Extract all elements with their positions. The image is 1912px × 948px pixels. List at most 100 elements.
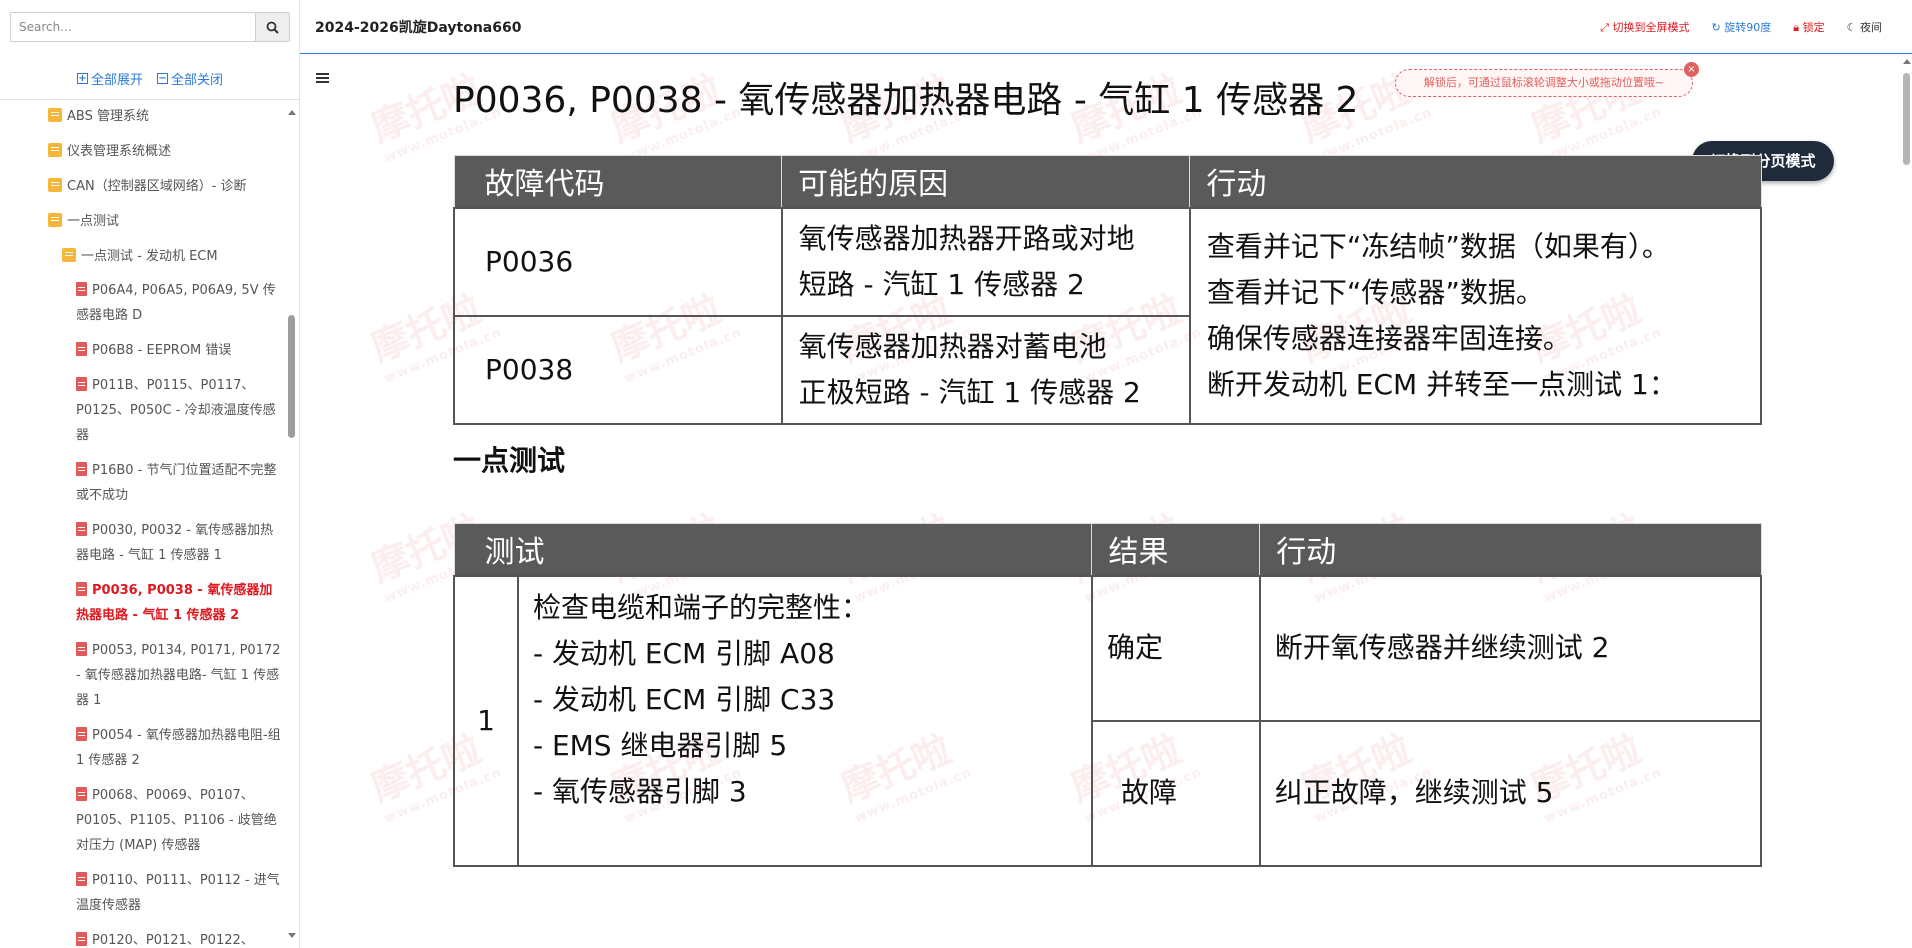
tree-item-label: P0110、P0111、P0112 - 进气温度传感器 bbox=[76, 873, 280, 913]
tree-item-label: P0030, P0032 - 氧传感器加热器电路 - 气缸 1 传感器 1 bbox=[76, 523, 274, 563]
minus-box-icon: − bbox=[157, 73, 168, 84]
rotate-icon: ↻ bbox=[1711, 21, 1721, 34]
tree-item-p0053[interactable]: P0053, P0134, P0171, P0172 - 氧传感器加热器电路- … bbox=[76, 638, 284, 713]
tree-item-p0054[interactable]: P0054 - 氧传感器加热器电阻-组 1 传感器 2 bbox=[76, 723, 284, 773]
hint-tooltip: 解锁后，可通过鼠标滚轮调整大小或拖动位置哦~ bbox=[1395, 69, 1693, 97]
scroll-up-arrow-icon[interactable] bbox=[1903, 59, 1911, 64]
scroll-down-arrow-icon[interactable] bbox=[288, 933, 296, 938]
result-cell: 确定 bbox=[1090, 574, 1261, 722]
content-scroll-thumb[interactable] bbox=[1903, 73, 1910, 165]
moon-icon: ☾ bbox=[1846, 21, 1857, 34]
search-button[interactable] bbox=[255, 13, 289, 41]
action-line: 查看并记下“冻结帧”数据（如果有）。 bbox=[1206, 229, 1670, 263]
table-header-row: 故障代码 可能的原因 行动 bbox=[453, 155, 1762, 208]
tree-item-label: P011B、P0115、P0117、P0125、P050C - 冷却液温度传感器 bbox=[76, 378, 276, 443]
test-line: - EMS 继电器引脚 5 bbox=[532, 728, 788, 762]
search-box bbox=[10, 12, 290, 42]
search-input[interactable] bbox=[11, 13, 255, 41]
document-icon bbox=[76, 462, 87, 476]
test-line: - 发动机 ECM 引脚 A08 bbox=[532, 636, 835, 670]
sidebar: +全部展开 −全部关闭 ABS 管理系统 仪表管理系统概述 CAN（控制器区域网… bbox=[0, 0, 300, 948]
rotate-button[interactable]: ↻ 旋转90度 bbox=[1712, 19, 1772, 35]
document-icon bbox=[76, 377, 87, 391]
toc-menu-icon[interactable] bbox=[316, 73, 329, 83]
action-line: 查看并记下“传感器”数据。 bbox=[1206, 275, 1544, 309]
table-row: P0036 氧传感器加热器开路或对地 短路 - 汽缸 1 传感器 2 查看并记下… bbox=[453, 206, 1763, 425]
page-heading: P0036, P0038 - 氧传感器加热器电路 - 气缸 1 传感器 2 bbox=[453, 80, 1359, 121]
night-mode-button[interactable]: ☾ 夜间 bbox=[1847, 19, 1882, 35]
close-icon[interactable]: × bbox=[1684, 62, 1699, 77]
night-label: 夜间 bbox=[1860, 21, 1882, 34]
tree-item-p0030[interactable]: P0030, P0032 - 氧传感器加热器电路 - 气缸 1 传感器 1 bbox=[76, 518, 284, 568]
folder-icon bbox=[48, 213, 62, 227]
document-icon bbox=[76, 642, 87, 656]
folder-icon bbox=[48, 143, 62, 157]
fullscreen-button[interactable]: ⤢ 切换到全屏模式 bbox=[1600, 19, 1689, 35]
tree-item-abs[interactable]: ABS 管理系统 bbox=[48, 104, 278, 129]
tree-item-label: P06A4, P06A5, P06A9, 5V 传感器电路 D bbox=[76, 283, 276, 323]
cause-line: 氧传感器加热器对蓄电池 bbox=[798, 329, 1107, 363]
tree-item-label: 仪表管理系统概述 bbox=[67, 144, 172, 159]
column-header: 故障代码 bbox=[453, 155, 783, 208]
tree-item-p0110[interactable]: P0110、P0111、P0112 - 进气温度传感器 bbox=[76, 868, 284, 918]
tree-item-one-point-test[interactable]: 一点测试 bbox=[48, 209, 278, 234]
document-icon bbox=[76, 872, 87, 886]
section-title: 一点测试 bbox=[453, 444, 566, 477]
document-icon bbox=[76, 727, 87, 741]
column-header: 可能的原因 bbox=[781, 155, 1191, 208]
tree-item-label: 一点测试 - 发动机 ECM bbox=[81, 249, 218, 264]
folder-icon bbox=[48, 178, 62, 192]
column-header: 行动 bbox=[1189, 155, 1762, 208]
test-table: 测试 结果 行动 1 检查电缆和端子的完整性： - 发动机 ECM 引脚 A08… bbox=[453, 523, 1763, 867]
column-header: 测试 bbox=[453, 523, 1093, 576]
tree-item-p0120[interactable]: P0120、P0121、P0122、 bbox=[76, 928, 284, 948]
test-line: - 发动机 ECM 引脚 C33 bbox=[532, 682, 836, 716]
result-cell: 故障 bbox=[1090, 719, 1261, 867]
fullscreen-label: 切换到全屏模式 bbox=[1612, 21, 1690, 34]
tree-item-p06a4[interactable]: P06A4, P06A5, P06A9, 5V 传感器电路 D bbox=[76, 278, 284, 328]
collapse-all-button[interactable]: − 全部关闭 bbox=[157, 69, 223, 88]
document-icon bbox=[76, 932, 87, 946]
sidebar-scrollbar[interactable] bbox=[287, 100, 296, 948]
tree-item-p011b[interactable]: P011B、P0115、P0117、P0125、P050C - 冷却液温度传感器 bbox=[76, 373, 284, 448]
tree-item-p0068[interactable]: P0068、P0069、P0107、P0105、P1105、P1106 - 歧管… bbox=[76, 783, 284, 858]
content-scrollbar[interactable] bbox=[1901, 55, 1912, 948]
folder-icon bbox=[48, 108, 62, 122]
column-header: 结果 bbox=[1091, 523, 1261, 576]
cause-cell: 氧传感器加热器对蓄电池 正极短路 - 汽缸 1 传感器 2 bbox=[780, 314, 1191, 425]
lock-icon: 🔒︎ bbox=[1793, 21, 1800, 34]
expand-collapse-bar: + 全部展开 − 全部关闭 bbox=[0, 58, 300, 100]
tree-item-label: P0120、P0121、P0122、 bbox=[92, 933, 254, 948]
tree-item-label: P0068、P0069、P0107、P0105、P1105、P1106 - 歧管… bbox=[76, 788, 277, 853]
expand-all-button[interactable]: + 全部展开 bbox=[76, 69, 143, 88]
tree-item-label: P16B0 - 节气门位置适配不完整或不成功 bbox=[76, 463, 277, 503]
folder-icon bbox=[62, 248, 76, 262]
tree-item-label: P0036, P0038 - 氧传感器加热器电路 - 气缸 1 传感器 2 bbox=[76, 583, 273, 623]
cause-line: 氧传感器加热器开路或对地 bbox=[798, 221, 1135, 255]
cause-line: 正极短路 - 汽缸 1 传感器 2 bbox=[798, 375, 1141, 409]
tree-item-label: P06B8 - EEPROM 错误 bbox=[92, 343, 232, 358]
sidebar-scroll-thumb[interactable] bbox=[288, 315, 295, 438]
lock-button[interactable]: 🔒︎ 锁定 bbox=[1793, 19, 1824, 35]
action-cell: 查看并记下“冻结帧”数据（如果有）。 查看并记下“传感器”数据。 确保传感器连接… bbox=[1188, 206, 1763, 425]
tree-item-can[interactable]: CAN（控制器区域网络）- 诊断 bbox=[48, 174, 288, 199]
expand-all-label: 全部展开 bbox=[90, 73, 143, 88]
nav-tree: ABS 管理系统 仪表管理系统概述 CAN（控制器区域网络）- 诊断 一点测试 … bbox=[0, 100, 290, 948]
result-action-cell: 断开氧传感器并继续测试 2 bbox=[1258, 574, 1763, 722]
tree-item-p06b8[interactable]: P06B8 - EEPROM 错误 bbox=[76, 338, 284, 363]
tree-item-p0036-active[interactable]: P0036, P0038 - 氧传感器加热器电路 - 气缸 1 传感器 2 bbox=[76, 578, 284, 628]
tree-item-label: 一点测试 bbox=[67, 214, 120, 229]
tree-item-engine-ecm[interactable]: 一点测试 - 发动机 ECM bbox=[62, 244, 282, 269]
expand-icon: ⤢ bbox=[1600, 21, 1610, 34]
tree-item-instrument[interactable]: 仪表管理系统概述 bbox=[48, 139, 278, 164]
table-header-row: 测试 结果 行动 bbox=[453, 523, 1762, 576]
fault-code-cell: P0036 bbox=[453, 206, 783, 317]
plus-box-icon: + bbox=[76, 73, 88, 84]
action-line: 确保传感器连接器牢固连接。 bbox=[1206, 321, 1571, 355]
document-icon bbox=[76, 787, 87, 801]
scroll-up-arrow-icon[interactable] bbox=[288, 110, 296, 115]
test-line: 检查电缆和端子的完整性： bbox=[532, 590, 869, 624]
tree-item-p16b0[interactable]: P16B0 - 节气门位置适配不完整或不成功 bbox=[76, 458, 284, 508]
lock-label: 锁定 bbox=[1802, 21, 1825, 34]
test-line: - 氧传感器引脚 3 bbox=[532, 774, 747, 808]
